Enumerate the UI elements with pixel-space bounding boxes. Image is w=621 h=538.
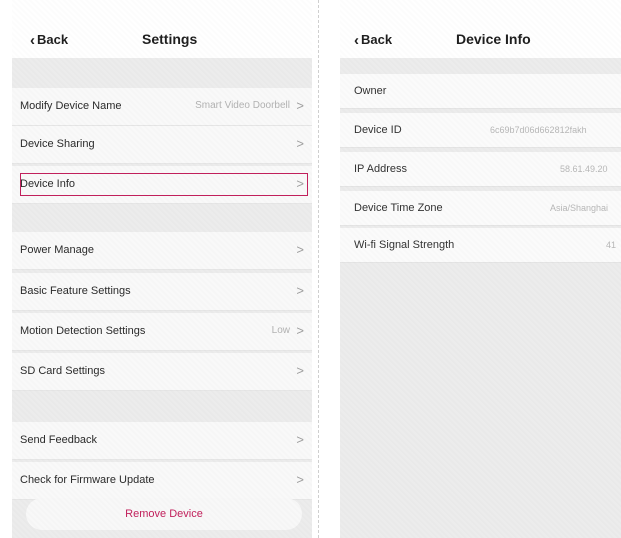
back-label: Back xyxy=(361,32,393,47)
row-motion-detection-settings[interactable]: Motion Detection Settings Low > xyxy=(12,313,312,351)
row-sd-card-settings[interactable]: SD Card Settings > xyxy=(12,353,312,391)
screen-divider xyxy=(318,0,319,538)
device-info-screen: ‹ Back Device Info Owner Device ID 6c69b7… xyxy=(340,0,621,538)
chevron-right-icon: > xyxy=(296,136,304,151)
info-label: IP Address xyxy=(354,163,407,175)
info-row-device-id: Device ID 6c69b7d06d662812fakh xyxy=(340,113,621,148)
row-label: SD Card Settings xyxy=(20,365,105,377)
time-zone-value: Asia/Shanghai xyxy=(550,203,609,213)
settings-nav-bar: ‹ Back Settings xyxy=(12,0,312,58)
info-label: Wi-fi Signal Strength xyxy=(354,239,455,251)
chevron-left-icon: ‹ xyxy=(354,32,359,49)
settings-screen: ‹ Back Settings Modify Device Name Smart … xyxy=(12,0,312,538)
device-name-value: Smart Video Doorbell xyxy=(195,100,290,111)
motion-sensitivity-value: Low xyxy=(271,325,290,336)
row-label: Motion Detection Settings xyxy=(20,325,146,337)
row-label: Device Sharing xyxy=(20,138,95,150)
back-button[interactable]: ‹ Back xyxy=(354,31,393,49)
info-label: Owner xyxy=(354,85,387,97)
info-row-wifi-signal: Wi-fi Signal Strength 41 xyxy=(340,228,621,263)
chevron-right-icon: > xyxy=(296,176,304,191)
row-label: Send Feedback xyxy=(20,434,98,446)
remove-device-button[interactable]: Remove Device xyxy=(26,498,302,530)
row-send-feedback[interactable]: Send Feedback > xyxy=(12,422,312,460)
page-title: Settings xyxy=(142,31,198,47)
row-label: Check for Firmware Update xyxy=(20,474,155,486)
chevron-left-icon: ‹ xyxy=(30,32,35,49)
back-button[interactable]: ‹ Back xyxy=(30,31,69,49)
row-power-manage[interactable]: Power Manage > xyxy=(12,232,312,270)
back-label: Back xyxy=(37,32,69,47)
row-label: Device Info xyxy=(20,178,76,190)
page-title: Device Info xyxy=(456,31,531,47)
row-label: Power Manage xyxy=(20,244,94,256)
row-check-firmware-update[interactable]: Check for Firmware Update > xyxy=(12,462,312,500)
device-info-nav-bar: ‹ Back Device Info xyxy=(340,0,621,58)
row-modify-device-name[interactable]: Modify Device Name Smart Video Doorbell … xyxy=(12,88,312,126)
chevron-right-icon: > xyxy=(296,323,304,338)
row-label: Basic Feature Settings xyxy=(20,285,131,297)
info-label: Device Time Zone xyxy=(354,202,443,214)
info-row-ip-address: IP Address 58.61.49.20 xyxy=(340,152,621,187)
row-device-info[interactable]: Device Info > xyxy=(12,166,312,204)
row-device-sharing[interactable]: Device Sharing > xyxy=(12,126,312,164)
info-label: Device ID xyxy=(354,124,402,136)
info-row-owner: Owner xyxy=(340,74,621,109)
info-row-time-zone: Device Time Zone Asia/Shanghai xyxy=(340,191,621,226)
chevron-right-icon: > xyxy=(296,283,304,298)
chevron-right-icon: > xyxy=(296,98,304,113)
wifi-signal-value: 41 xyxy=(606,240,617,250)
row-basic-feature-settings[interactable]: Basic Feature Settings > xyxy=(12,273,312,311)
chevron-right-icon: > xyxy=(296,472,304,487)
row-label: Modify Device Name xyxy=(20,100,122,112)
chevron-right-icon: > xyxy=(296,242,304,257)
chevron-right-icon: > xyxy=(296,432,304,447)
device-id-value: 6c69b7d06d662812fakh xyxy=(490,125,587,135)
chevron-right-icon: > xyxy=(296,363,304,378)
ip-address-value: 58.61.49.20 xyxy=(560,164,608,174)
